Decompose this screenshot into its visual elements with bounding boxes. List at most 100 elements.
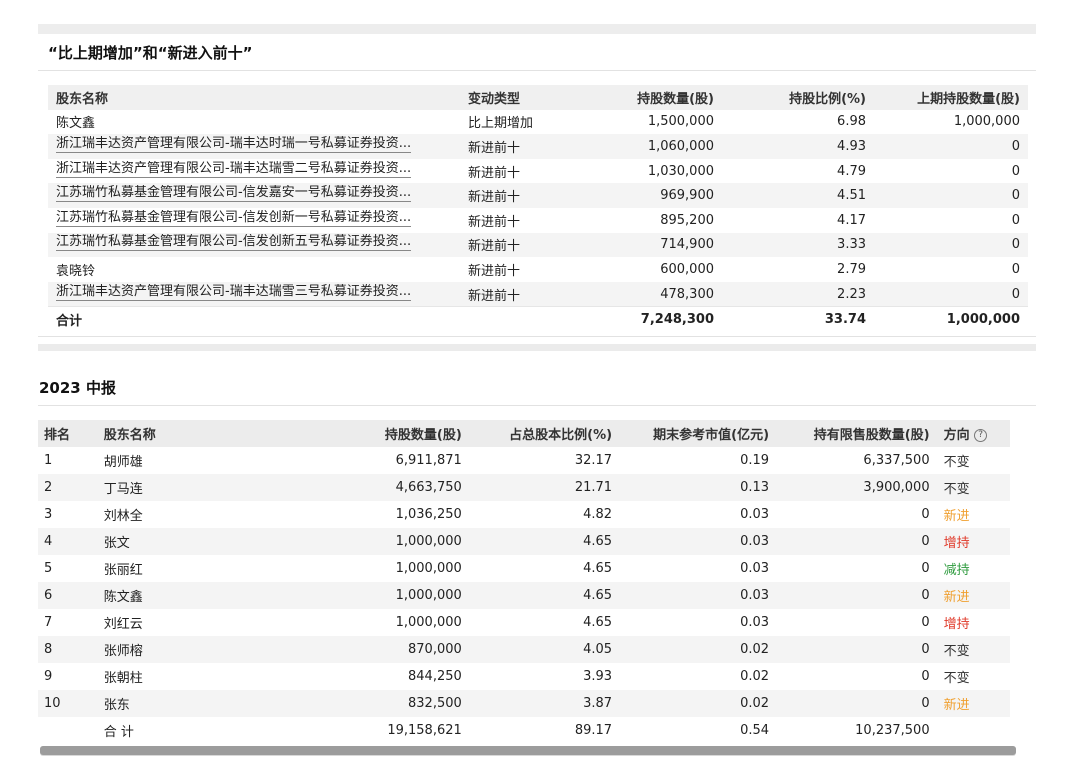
direction-badge: 不变 xyxy=(937,474,1010,501)
holder-name-link[interactable]: 江苏瑞竹私募基金管理有限公司-信发创新一号私募证券投资... xyxy=(56,210,412,227)
holder-name-cell: 张文 xyxy=(97,528,326,555)
restricted-shares-cell: 0 xyxy=(921,561,930,576)
prev-shares-cell: 0 xyxy=(1011,261,1020,277)
total-prev-shares: 1,000,000 xyxy=(874,306,1028,332)
ratio-cell: 4.05 xyxy=(469,636,621,663)
change-type-cell: 新进前十 xyxy=(460,281,596,307)
holder-name-cell: 江苏瑞竹私募基金管理有限公司-信发嘉安一号私募证券投资... xyxy=(48,183,460,208)
ratio-cell: 32.17 xyxy=(574,453,613,468)
holder-name-link[interactable]: 江苏瑞竹私募基金管理有限公司-信发嘉安一号私募证券投资... xyxy=(56,185,412,203)
section-gap-bar xyxy=(38,344,1036,351)
ratio-cell: 4.17 xyxy=(837,212,866,228)
market-value-cell: 0.03 xyxy=(740,507,770,522)
direction-badge: 不变 xyxy=(943,455,970,470)
change-type-cell: 新进前十 xyxy=(460,134,596,159)
market-value-cell: 0.02 xyxy=(620,690,778,717)
shares-cell: 6,911,871 xyxy=(395,453,462,468)
holder-name-cell: 张东 xyxy=(97,690,326,717)
holder-name-link[interactable]: 浙江瑞丰达资产管理有限公司-瑞丰达瑞雪三号私募证券投资... xyxy=(56,284,412,301)
ratio-cell: 4.65 xyxy=(469,528,621,555)
shares-cell: 714,900 xyxy=(596,232,722,258)
market-value-cell: 0.19 xyxy=(740,453,770,468)
holder-name-cell: 张朝柱 xyxy=(103,671,143,686)
col-header-restricted-shares: 持有限售股数量(股) xyxy=(777,420,938,447)
market-value-cell: 0.03 xyxy=(620,582,778,609)
col-header-ratio: 占总股本比例(%) xyxy=(469,420,621,447)
horizontal-scrollbar-thumb[interactable] xyxy=(40,746,1016,755)
rank-cell: 4 xyxy=(38,528,98,555)
col-header-change-type: 变动类型 xyxy=(460,85,596,110)
holder-name-cell: 江苏瑞竹私募基金管理有限公司-信发创新一号私募证券投资... xyxy=(48,208,460,233)
shares-cell: 1,000,000 xyxy=(395,615,462,630)
holder-name-cell: 刘林全 xyxy=(103,509,143,524)
market-value-cell: 0.13 xyxy=(620,474,778,501)
col-header-prev-shares: 上期持股数量(股) xyxy=(874,85,1028,110)
top10-table-row: 1 胡师雄 6,911,871 32.17 0.19 6,337,500 不变 xyxy=(38,447,1010,474)
help-icon[interactable]: ? xyxy=(974,429,988,442)
total-ratio: 33.74 xyxy=(722,306,874,332)
holder-name-link[interactable]: 江苏瑞竹私募基金管理有限公司-信发创新五号私募证券投资... xyxy=(56,234,412,252)
restricted-shares-cell: 0 xyxy=(921,507,930,522)
total-restricted-shares: 10,237,500 xyxy=(855,723,930,738)
top10-table-row: 10 张东 832,500 3.87 0.02 0 新进 xyxy=(38,690,1010,717)
top-divider-bar xyxy=(38,24,1036,34)
holder-name-cell: 丁马连 xyxy=(97,474,326,501)
total-shares: 7,248,300 xyxy=(596,306,722,332)
shares-cell: 4,663,750 xyxy=(325,474,470,501)
change-type-cell: 新进前十 xyxy=(460,232,596,258)
top10-table-row: 4 张文 1,000,000 4.65 0.03 0 增持 xyxy=(38,528,1010,555)
col-header-direction: 方向 ? xyxy=(937,420,1010,447)
section1-title: “比上期增加”和“新进入前十” xyxy=(48,44,253,62)
holder-name-cell: 胡师雄 xyxy=(103,455,143,470)
holder-name-link[interactable]: 浙江瑞丰达资产管理有限公司-瑞丰达瑞雪二号私募证券投资... xyxy=(56,161,412,178)
total-market-value: 0.54 xyxy=(740,723,770,738)
section1-bottom-divider xyxy=(38,336,1036,337)
ratio-cell: 2.79 xyxy=(837,261,866,277)
holder-name-cell: 刘红云 xyxy=(103,617,143,632)
restricted-shares-cell: 0 xyxy=(921,615,930,630)
market-value-cell: 0.03 xyxy=(740,615,770,630)
rank-cell: 9 xyxy=(44,669,53,684)
holder-name-cell: 江苏瑞竹私募基金管理有限公司-信发创新五号私募证券投资... xyxy=(48,232,460,258)
restricted-shares-cell: 0 xyxy=(777,636,938,663)
shares-cell: 969,900 xyxy=(596,183,722,208)
col-header-ratio: 持股比例(%) xyxy=(722,85,874,110)
direction-badge: 不变 xyxy=(943,671,970,686)
holder-name-cell: 陈文鑫 xyxy=(56,116,96,132)
shares-cell: 1,000,000 xyxy=(325,528,470,555)
holder-name-link[interactable]: 浙江瑞丰达资产管理有限公司-瑞丰达时瑞一号私募证券投资... xyxy=(56,136,412,153)
shares-cell: 1,000,000 xyxy=(325,582,470,609)
col-header-shares: 持股数量(股) xyxy=(325,420,470,447)
rank-cell: 7 xyxy=(44,615,53,630)
top10-holders-table: 排名 股东名称 持股数量(股) 占总股本比例(%) 期末参考市值(亿元) 持有限… xyxy=(38,420,1010,744)
total-ratio: 89.17 xyxy=(574,723,613,738)
ratio-cell: 4.51 xyxy=(722,183,874,208)
holder-name-cell: 浙江瑞丰达资产管理有限公司-瑞丰达瑞雪三号私募证券投资... xyxy=(48,281,460,307)
holder-name-cell: 张丽红 xyxy=(103,563,143,578)
shares-cell: 1,500,000 xyxy=(647,114,714,130)
changes-table-row: 陈文鑫 比上期增加 1,500,000 6.98 1,000,000 xyxy=(48,110,1028,135)
changes-table: 股东名称 变动类型 持股数量(股) 持股比例(%) 上期持股数量(股) 陈文鑫 比… xyxy=(48,85,1028,332)
holder-name-cell: 浙江瑞丰达资产管理有限公司-瑞丰达瑞雪二号私募证券投资... xyxy=(48,159,460,184)
direction-badge: 减持 xyxy=(943,563,970,578)
changes-table-row: 江苏瑞竹私募基金管理有限公司-信发创新五号私募证券投资... 新进前十 714,90… xyxy=(48,232,1028,258)
shares-cell: 1,000,000 xyxy=(395,561,462,576)
shares-cell: 1,060,000 xyxy=(596,134,722,159)
holder-name-cell: 袁晓铃 xyxy=(56,263,96,279)
prev-shares-cell: 0 xyxy=(874,183,1028,208)
rank-cell: 3 xyxy=(44,507,53,522)
ratio-cell: 4.65 xyxy=(469,582,621,609)
prev-shares-cell: 0 xyxy=(874,134,1028,159)
ratio-cell: 4.65 xyxy=(583,561,613,576)
top10-table-body: 1 胡师雄 6,911,871 32.17 0.19 6,337,500 不变 2 丁马连 4,6… xyxy=(38,447,1010,744)
rank-cell: 2 xyxy=(38,474,98,501)
shares-cell: 844,250 xyxy=(408,669,462,684)
rank-cell: 6 xyxy=(38,582,98,609)
rank-cell: 8 xyxy=(38,636,98,663)
market-value-cell: 0.02 xyxy=(620,636,778,663)
changes-table-row: 江苏瑞竹私募基金管理有限公司-信发创新一号私募证券投资... 新进前十 895,20… xyxy=(48,208,1028,233)
shares-cell: 870,000 xyxy=(325,636,470,663)
shares-cell: 478,300 xyxy=(596,281,722,307)
market-value-cell: 0.03 xyxy=(740,561,770,576)
changes-table-total-row: 合计 7,248,300 33.74 1,000,000 xyxy=(48,306,1028,332)
